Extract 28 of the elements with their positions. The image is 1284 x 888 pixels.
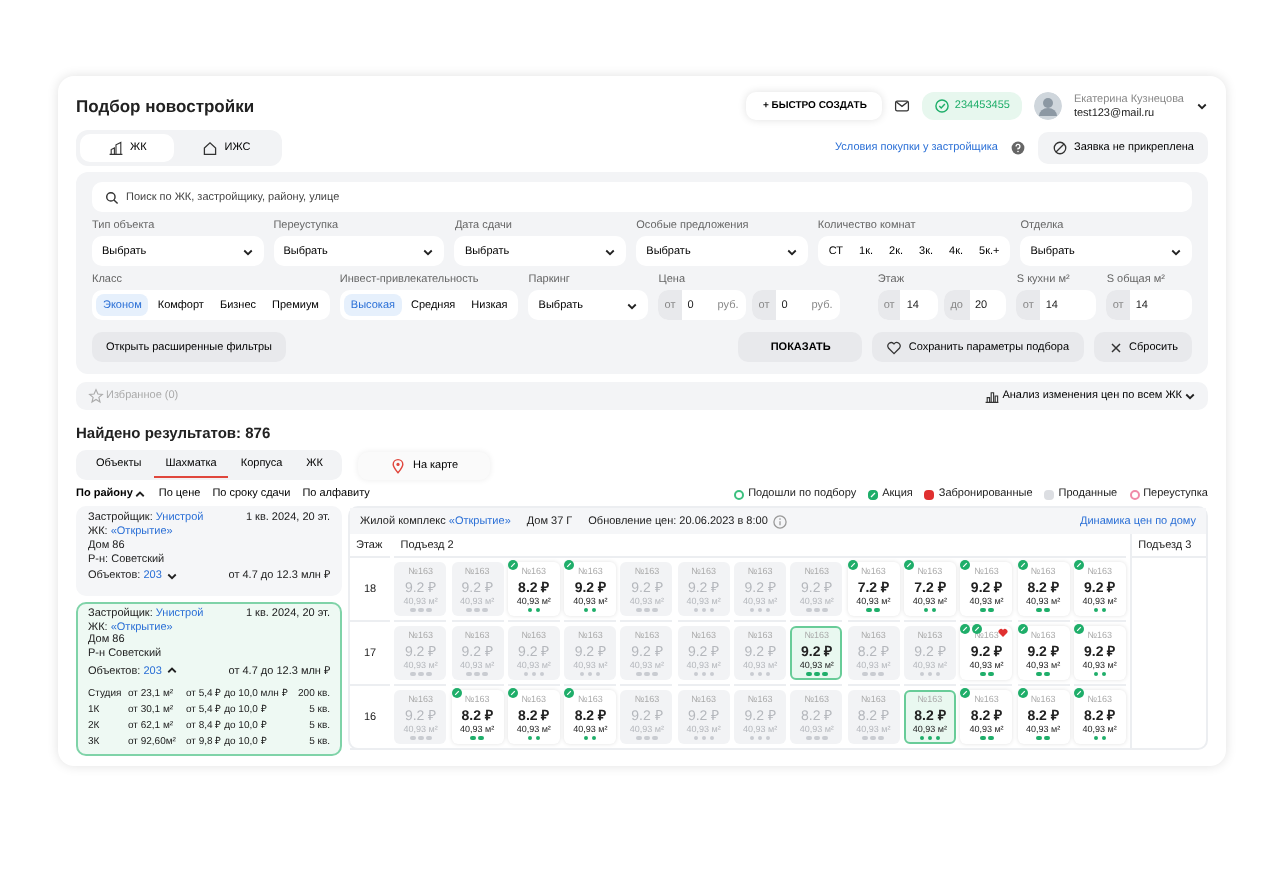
heart-icon xyxy=(886,339,903,355)
check-icon xyxy=(934,98,951,114)
avatar[interactable] xyxy=(1033,92,1062,120)
chevron-down-icon xyxy=(1196,100,1208,112)
chevron-down-icon xyxy=(422,245,435,257)
complex-card[interactable] xyxy=(76,601,342,756)
map-pin-icon xyxy=(390,457,407,473)
chevron-down-icon xyxy=(165,569,178,582)
bar-chart-icon xyxy=(984,388,1001,404)
chevron-down-icon xyxy=(1169,245,1182,257)
chevron-down-icon xyxy=(785,245,798,257)
page-title: Подбор новостройки xyxy=(76,96,255,116)
chevron-down-icon xyxy=(241,245,254,257)
building-icon xyxy=(108,140,124,156)
help-icon[interactable] xyxy=(1010,140,1026,156)
heart-icon[interactable] xyxy=(998,628,1009,638)
mail-icon[interactable] xyxy=(894,98,911,114)
house-icon xyxy=(202,140,219,156)
chevron-down-icon xyxy=(626,299,639,311)
info-icon[interactable] xyxy=(771,513,788,529)
chevron-down-icon xyxy=(604,245,617,257)
chevron-up-icon xyxy=(134,488,147,500)
star-icon xyxy=(88,388,104,404)
chevron-up-icon xyxy=(165,664,178,677)
chevron-down-icon xyxy=(1184,390,1196,402)
blocked-icon xyxy=(1052,140,1068,156)
search-icon xyxy=(104,189,120,205)
close-icon xyxy=(1107,339,1124,355)
